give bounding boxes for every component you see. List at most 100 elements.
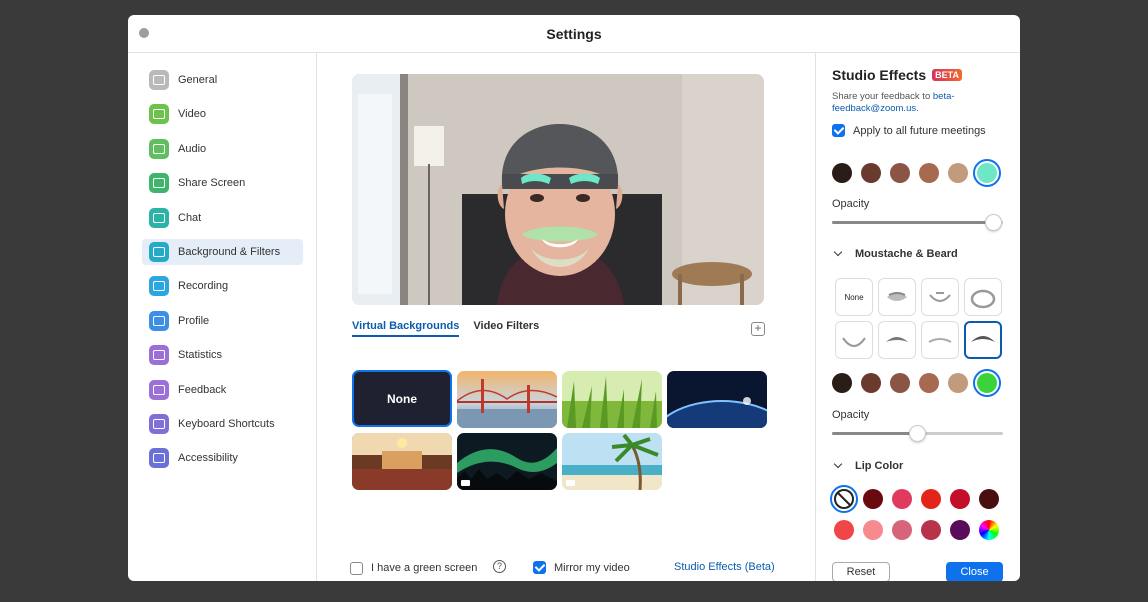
- green-screen-label: I have a green screen: [371, 562, 478, 574]
- sidebar-item-feedback[interactable]: Feedback: [142, 377, 303, 403]
- opacity-label-1: Opacity: [832, 198, 870, 210]
- studio-effects-title: Studio Effects BETA: [832, 67, 962, 83]
- camera-feed-image: [352, 74, 764, 305]
- lip-color-swatch[interactable]: [950, 489, 970, 509]
- sidebar-item-accessibility[interactable]: Accessibility: [142, 445, 303, 471]
- background-grass[interactable]: [562, 371, 662, 428]
- eyebrow-color-swatch[interactable]: [973, 159, 1001, 187]
- moustache-style-option[interactable]: [921, 278, 959, 316]
- beta-badge: BETA: [932, 69, 962, 81]
- main-content: Virtual Backgrounds Video Filters + None: [317, 53, 815, 581]
- sidebar-item-statistics[interactable]: Statistics: [142, 342, 303, 368]
- background-none[interactable]: None: [352, 370, 452, 427]
- moustache-style-none[interactable]: None: [835, 278, 873, 316]
- eyebrow-color-swatch[interactable]: [832, 163, 852, 183]
- sidebar-item-share-screen[interactable]: Share Screen: [142, 170, 303, 196]
- green-screen-checkbox[interactable]: [350, 562, 363, 575]
- moustache-style-option[interactable]: [964, 321, 1002, 359]
- sidebar-item-label: Video: [178, 108, 206, 121]
- statistics-icon: [149, 345, 169, 366]
- moustache-style-option[interactable]: [835, 321, 873, 359]
- lip-color-section-header[interactable]: Lip Color: [832, 459, 903, 472]
- slider-knob[interactable]: [908, 425, 926, 442]
- moustache-color-swatch[interactable]: [832, 373, 852, 393]
- moustache-color-swatch[interactable]: [861, 373, 881, 393]
- moustache-color-swatch[interactable]: [890, 373, 910, 393]
- studio-effects-link[interactable]: Studio Effects (Beta): [674, 561, 775, 573]
- sidebar-item-audio[interactable]: Audio: [142, 136, 303, 162]
- moustache-style-option[interactable]: [878, 278, 916, 316]
- eyebrow-color-swatch[interactable]: [861, 163, 881, 183]
- moustache-color-swatch[interactable]: [919, 373, 939, 393]
- eyebrow-opacity-slider[interactable]: [832, 214, 1003, 231]
- feedback-prefix: Share your feedback to: [832, 91, 933, 102]
- moustache-heading: Moustache & Beard: [855, 248, 958, 260]
- sidebar-item-profile[interactable]: Profile: [142, 308, 303, 334]
- reset-button[interactable]: Reset: [832, 562, 890, 581]
- lip-color-swatch[interactable]: [863, 489, 883, 509]
- moustache-style-icon: [887, 292, 907, 301]
- lip-color-swatch[interactable]: [834, 520, 854, 540]
- moustache-color-swatch[interactable]: [948, 373, 968, 393]
- lip-color-swatch[interactable]: [921, 489, 941, 509]
- eyebrow-color-swatch[interactable]: [919, 163, 939, 183]
- moustache-opacity-slider[interactable]: [832, 425, 1003, 442]
- lip-color-swatch[interactable]: [863, 520, 883, 540]
- background-golden-gate[interactable]: [457, 371, 557, 428]
- lip-color-none-swatch[interactable]: [830, 485, 858, 513]
- sidebar-item-video[interactable]: Video: [142, 101, 303, 127]
- sidebar-item-label: Recording: [178, 280, 229, 293]
- slider-knob[interactable]: [985, 214, 1003, 231]
- beach-image: [562, 433, 662, 490]
- share-screen-icon: [149, 173, 169, 194]
- moustache-style-option[interactable]: [921, 321, 959, 359]
- mirror-video-checkbox[interactable]: [533, 561, 546, 574]
- close-button[interactable]: Close: [946, 562, 1003, 581]
- headphones-icon: [149, 138, 169, 159]
- moustache-style-icon: [929, 292, 951, 302]
- chevron-down-icon: [833, 247, 843, 257]
- moustache-style-icon: [886, 337, 908, 342]
- sidebar-item-background-filters[interactable]: Background & Filters: [142, 239, 303, 265]
- video-preview: [352, 74, 764, 305]
- lip-color-custom-swatch[interactable]: [979, 520, 999, 540]
- sidebar-item-label: Accessibility: [178, 452, 238, 465]
- moustache-none-label: None: [844, 292, 864, 302]
- title-bar: Settings: [128, 15, 1020, 53]
- sidebar-item-keyboard-shortcuts[interactable]: Keyboard Shortcuts: [142, 411, 303, 437]
- sidebar-item-label: Profile: [178, 314, 210, 327]
- add-background-icon[interactable]: +: [751, 322, 765, 336]
- moustache-color-swatch[interactable]: [973, 369, 1001, 397]
- sidebar-item-label: Feedback: [178, 383, 227, 396]
- keyboard-icon: [149, 414, 169, 434]
- background-none-label: None: [387, 391, 417, 406]
- sidebar: General Video Audio Share Screen Chat Backgro…: [128, 53, 317, 581]
- moustache-style-option[interactable]: [878, 321, 916, 359]
- help-icon[interactable]: ?: [493, 560, 506, 573]
- background-beach[interactable]: [562, 433, 662, 490]
- sidebar-item-chat[interactable]: Chat: [142, 205, 303, 231]
- lip-color-swatch[interactable]: [979, 489, 999, 509]
- settings-window: Settings General Video Audio Share Screen Ch…: [128, 15, 1020, 581]
- grass-image: [562, 371, 662, 428]
- lip-color-swatch[interactable]: [892, 520, 912, 540]
- eyebrow-color-swatch[interactable]: [948, 163, 968, 183]
- background-hall[interactable]: [352, 433, 452, 490]
- sidebar-item-recording[interactable]: Recording: [142, 273, 303, 299]
- background-earth[interactable]: [667, 371, 767, 428]
- lip-color-swatch[interactable]: [892, 489, 912, 509]
- apply-future-checkbox[interactable]: [832, 124, 845, 137]
- sidebar-item-label: Statistics: [178, 349, 223, 362]
- lip-color-swatch[interactable]: [921, 520, 941, 540]
- tab-virtual-backgrounds[interactable]: Virtual Backgrounds: [352, 320, 460, 337]
- lip-color-swatch[interactable]: [950, 520, 970, 540]
- tab-video-filters[interactable]: Video Filters: [473, 320, 539, 337]
- moustache-section-header[interactable]: Moustache & Beard: [832, 247, 958, 260]
- gear-icon: [149, 70, 169, 90]
- eyebrow-color-swatch[interactable]: [890, 163, 910, 183]
- background-aurora[interactable]: [457, 433, 557, 490]
- moustache-style-option[interactable]: [964, 278, 1002, 316]
- feedback-icon: [149, 379, 169, 400]
- sidebar-item-general[interactable]: General: [142, 67, 303, 93]
- chevron-down-icon: [833, 459, 843, 469]
